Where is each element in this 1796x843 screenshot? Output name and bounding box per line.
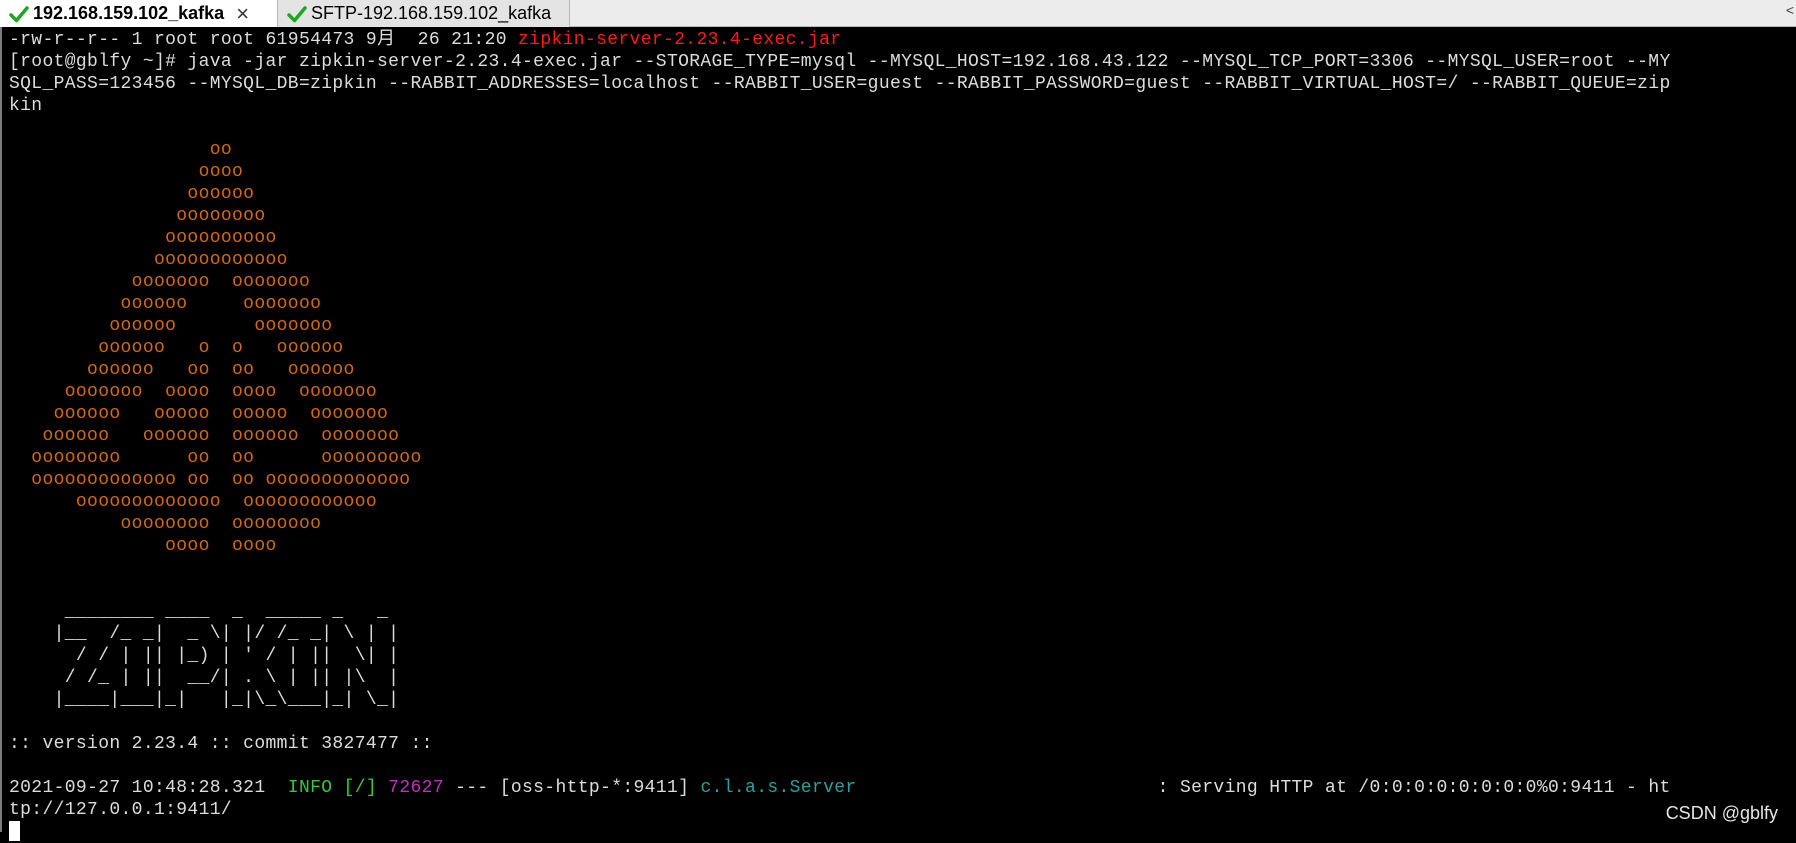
csdn-watermark: CSDN @gblfy xyxy=(1666,803,1778,824)
check-icon xyxy=(287,4,307,24)
logo-line xyxy=(9,557,1796,579)
logo-line: |__ /_ _| _ \| |/ /_ _| \ | | xyxy=(9,623,1796,645)
log-pid: 72627 xyxy=(388,778,444,798)
terminal-output[interactable]: -rw-r--r-- 1 root root 61954473 9月 26 21… xyxy=(0,27,1796,832)
ascii-art-line: oooooo oooooo oooooo ooooooo xyxy=(9,425,1796,447)
ascii-art-line: oo xyxy=(9,139,1796,161)
ascii-art-line: oooooo o o oooooo xyxy=(9,337,1796,359)
log-line: 2021-09-27 10:48:28.321 INFO [/] 72627 -… xyxy=(9,777,1796,799)
command-line: SQL_PASS=123456 --MYSQL_DB=zipkin --RABB… xyxy=(9,73,1796,95)
tab-ssh-session[interactable]: 192.168.159.102_kafka × xyxy=(0,0,278,27)
logo-line: / /_ | || __/| . \ | || |\ | xyxy=(9,667,1796,689)
ls-output-line: -rw-r--r-- 1 root root 61954473 9月 26 21… xyxy=(9,29,1796,51)
ascii-art-line: ooooooooooooo oooooooooooo xyxy=(9,491,1796,513)
version-line: :: version 2.23.4 :: commit 3827477 :: xyxy=(9,733,1796,755)
log-thread: [oss-http-*:9411] xyxy=(500,778,701,798)
ascii-art-line: ooooooo ooooooo xyxy=(9,271,1796,293)
log-padding xyxy=(857,778,1158,798)
zipkin-ascii-logo: ________ ____ _ _____ _ _ |__ /_ _| _ \|… xyxy=(9,557,1796,711)
tab-sftp-session[interactable]: SFTP-192.168.159.102_kafka xyxy=(278,0,570,27)
jar-filename: zipkin-server-2.23.4-exec.jar xyxy=(518,30,841,50)
command-line: kin xyxy=(9,95,1796,117)
check-icon xyxy=(9,4,29,24)
log-separator: --- xyxy=(444,778,500,798)
zipkin-ascii-art: oo oooo oooooo oooooooo oooooooooo ooooo… xyxy=(9,117,1796,557)
tab-label: SFTP-192.168.159.102_kafka xyxy=(311,3,551,24)
logo-line: / / | || |_) | ' / | || \| | xyxy=(9,645,1796,667)
close-tab-icon[interactable]: × xyxy=(236,4,249,24)
file-listing-text: -rw-r--r-- 1 root root 61954473 9月 26 21… xyxy=(9,30,518,50)
tab-label: 192.168.159.102_kafka xyxy=(33,3,224,24)
ascii-art-line: oooooo ooooo ooooo ooooooo xyxy=(9,403,1796,425)
log-message: : Serving HTTP at /0:0:0:0:0:0:0:0%0:941… xyxy=(1158,778,1671,798)
ascii-art-line: oooooooooo xyxy=(9,227,1796,249)
ascii-art-line xyxy=(9,117,1796,139)
ascii-art-line: oooooooo xyxy=(9,205,1796,227)
ascii-art-line: oooo oooo xyxy=(9,535,1796,557)
ascii-art-line: oooooo oo oo oooooo xyxy=(9,359,1796,381)
ascii-art-line: oooooooo oooooooo xyxy=(9,513,1796,535)
ascii-art-line: ooooooooooooo oo oo ooooooooooooo xyxy=(9,469,1796,491)
prompt-line xyxy=(9,821,1796,843)
ascii-art-line: ooooooo oooo oooo ooooooo xyxy=(9,381,1796,403)
tab-scroll-left-icon[interactable]: < xyxy=(1786,2,1794,18)
blank-line xyxy=(9,755,1796,777)
ascii-art-line: oooooo ooooooo xyxy=(9,293,1796,315)
ascii-art-line: oooo xyxy=(9,161,1796,183)
logo-line: ________ ____ _ _____ _ _ xyxy=(9,601,1796,623)
ascii-art-line: oooooo ooooooo xyxy=(9,315,1796,337)
log-logger: c.l.a.s.Server xyxy=(700,778,856,798)
tab-bar: 192.168.159.102_kafka × SFTP-192.168.159… xyxy=(0,0,1796,27)
ascii-art-line: oooooooo oo oo ooooooooo xyxy=(9,447,1796,469)
log-timestamp: 2021-09-27 10:48:28.321 xyxy=(9,778,288,798)
terminal-cursor xyxy=(9,821,20,841)
logo-line: |____|___|_| |_|\_\___|_| \_| xyxy=(9,689,1796,711)
blank-line xyxy=(9,711,1796,733)
ascii-art-line: oooooo xyxy=(9,183,1796,205)
logo-line xyxy=(9,579,1796,601)
log-level: INFO [/] xyxy=(288,778,377,798)
command-line: [root@gblfy ~]# java -jar zipkin-server-… xyxy=(9,51,1796,73)
ascii-art-line: oooooooooooo xyxy=(9,249,1796,271)
log-line-continuation: tp://127.0.0.1:9411/ xyxy=(9,799,1796,821)
